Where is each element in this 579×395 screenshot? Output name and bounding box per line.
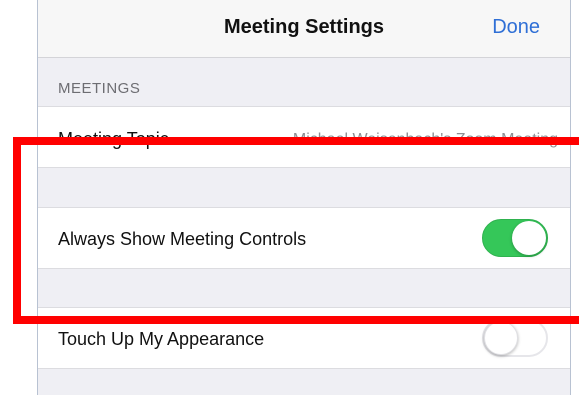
touch-up-appearance-label: Touch Up My Appearance [58, 329, 265, 349]
touch-up-appearance-toggle[interactable] [482, 319, 548, 357]
toggle-knob [512, 221, 546, 255]
meeting-settings-panel: Meeting Settings Done MEETINGS Meeting T… [37, 0, 571, 395]
section-header-meetings: MEETINGS [58, 80, 141, 97]
navigation-bar: Meeting Settings Done [38, 0, 570, 58]
toggle-knob [484, 321, 518, 355]
meeting-topic-row[interactable]: Meeting Topic Michael Weisenbach's Zoom … [38, 106, 570, 168]
touch-up-appearance-row: Touch Up My Appearance [38, 307, 570, 369]
nav-title: Meeting Settings [223, 16, 384, 38]
done-button[interactable]: Done [492, 16, 540, 39]
always-show-controls-row: Always Show Meeting Controls [38, 207, 570, 269]
always-show-controls-label: Always Show Meeting Controls [58, 229, 307, 249]
meeting-topic-value: Michael Weisenbach's Zoom Meeting [292, 131, 558, 148]
always-show-controls-toggle[interactable] [482, 219, 548, 257]
screenshot-frame: Meeting Settings Done MEETINGS Meeting T… [0, 0, 579, 395]
meeting-topic-label: Meeting Topic [58, 129, 169, 149]
